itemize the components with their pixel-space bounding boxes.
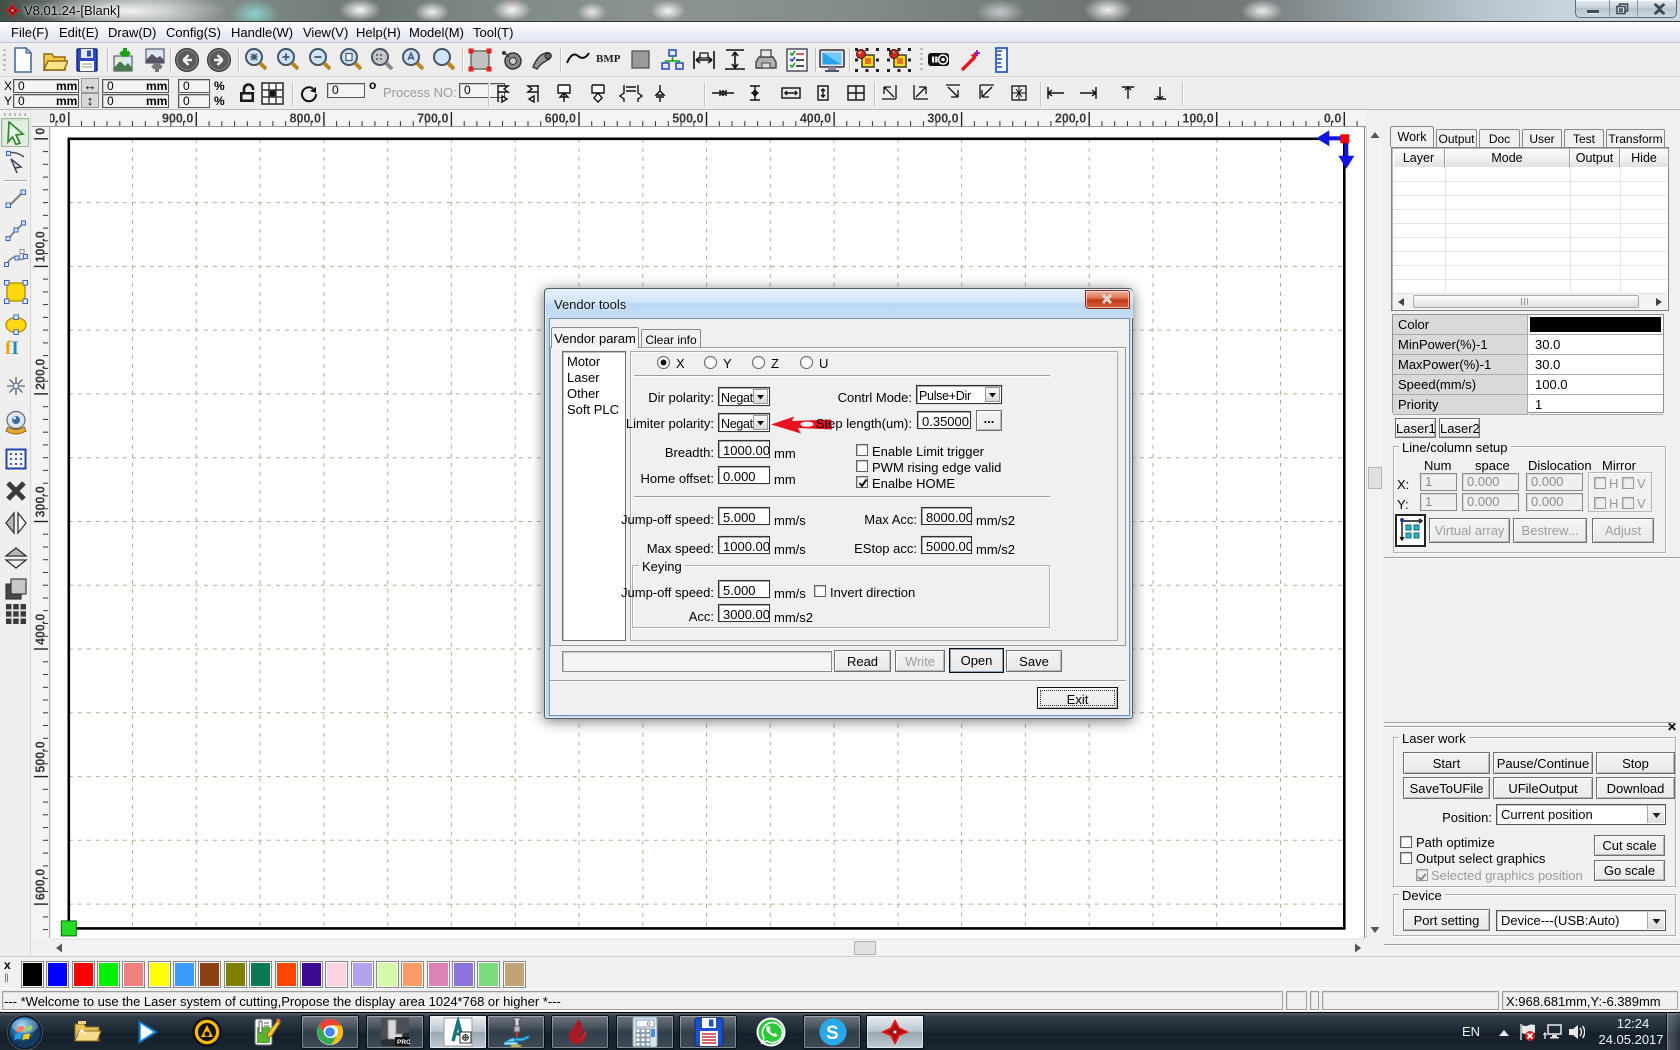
svg-text:1000.0: 1000.0: [50, 112, 66, 126]
svg-text:0.0: 0.0: [1324, 112, 1341, 126]
svg-text:100.0: 100.0: [1182, 112, 1213, 126]
svg-text:600.0: 600.0: [34, 869, 48, 900]
svg-text:500.0: 500.0: [34, 741, 48, 772]
svg-text:0: 0: [34, 128, 48, 135]
svg-text:100.0: 100.0: [34, 231, 48, 262]
svg-text:800.0: 800.0: [290, 112, 321, 126]
svg-text:200.0: 200.0: [34, 359, 48, 390]
svg-text:400.0: 400.0: [800, 112, 831, 126]
svg-text:300.0: 300.0: [927, 112, 958, 126]
svg-text:S: S: [826, 1023, 839, 1044]
svg-text:900.0: 900.0: [162, 112, 193, 126]
svg-text:600.0: 600.0: [545, 112, 576, 126]
svg-text:PRO: PRO: [397, 1039, 410, 1046]
svg-text:700.0: 700.0: [417, 112, 448, 126]
svg-text:300.0: 300.0: [34, 486, 48, 517]
svg-text:400.0: 400.0: [34, 614, 48, 645]
svg-text:200.0: 200.0: [1055, 112, 1086, 126]
svg-text:500.0: 500.0: [672, 112, 703, 126]
